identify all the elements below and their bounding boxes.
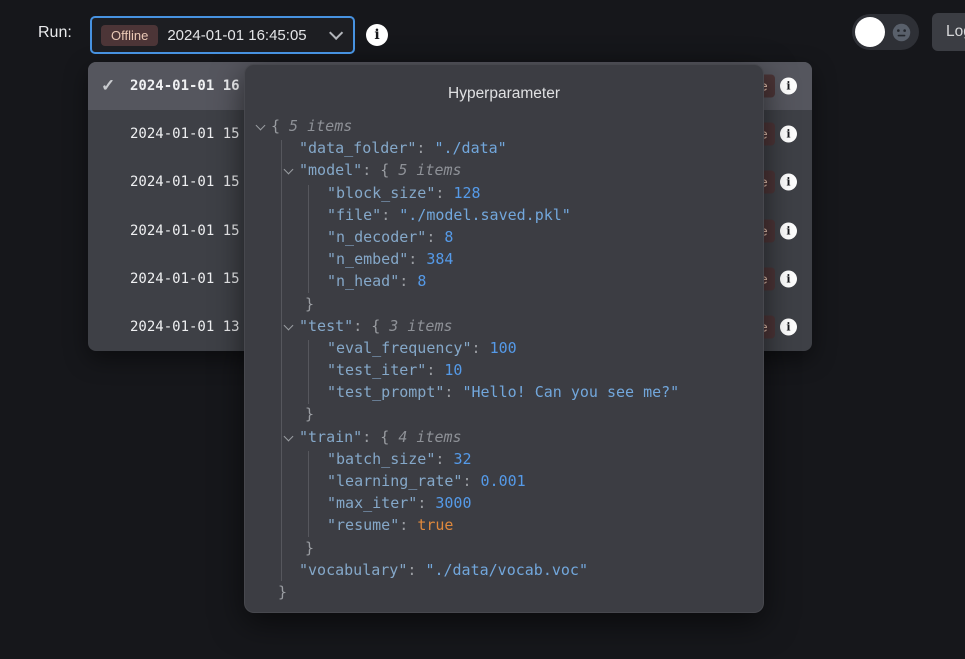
hyperparameter-popover: Hyperparameter { 5 items"data_folder": "… [244,64,764,613]
info-icon[interactable]: i [780,318,797,335]
json-line: "file": "./model.saved.pkl" [245,204,763,226]
json-line: "max_iter": 3000 [245,492,763,514]
run-item-label: 2024-01-01 16 [130,78,240,94]
theme-toggle[interactable] [852,14,919,50]
json-line: } [245,537,763,559]
status-badge: Offline [101,25,158,46]
json-tree: { 5 items"data_folder": "./data""model":… [245,115,763,603]
json-line: } [245,293,763,315]
toggle-knob [855,17,885,47]
json-line: "n_embed": 384 [245,248,763,270]
run-selector-dropdown[interactable]: Offline 2024-01-01 16:45:05 [90,16,355,54]
json-line: "vocabulary": "./data/vocab.voc" [245,559,763,581]
json-line: } [245,581,763,603]
run-item-label: 2024-01-01 15 [130,271,240,287]
json-line: { 5 items [245,115,763,137]
smiley-icon [891,22,912,43]
json-line: "n_decoder": 8 [245,226,763,248]
run-item-label: 2024-01-01 15 [130,126,240,142]
collapse-chevron-icon[interactable] [284,431,294,441]
collapse-chevron-icon[interactable] [284,320,294,330]
chevron-down-icon [329,26,343,40]
json-line: "learning_rate": 0.001 [245,470,763,492]
run-item-label: 2024-01-01 15 [130,223,240,239]
json-line: "n_head": 8 [245,270,763,292]
popover-title: Hyperparameter [245,85,763,103]
run-info-icon[interactable]: i [366,24,388,46]
info-icon[interactable]: i [780,174,797,191]
json-line: "block_size": 128 [245,182,763,204]
json-line: } [245,403,763,425]
info-icon[interactable]: i [780,270,797,287]
json-line: "data_folder": "./data" [245,137,763,159]
run-label: Run: [38,24,72,42]
collapse-chevron-icon[interactable] [256,121,266,131]
run-item-label: 2024-01-01 13 [130,319,240,335]
selected-run-value: 2024-01-01 16:45:05 [167,27,306,44]
collapse-chevron-icon[interactable] [284,165,294,175]
json-line: "test_prompt": "Hello! Can you see me?" [245,381,763,403]
json-line: "model": { 5 items [245,159,763,181]
info-icon[interactable]: i [780,78,797,95]
json-line: "test": { 3 items [245,315,763,337]
json-line: "resume": true [245,514,763,536]
check-icon: ✓ [101,76,115,96]
run-item-label: 2024-01-01 15 [130,174,240,190]
info-icon[interactable]: i [780,222,797,239]
json-line: "train": { 4 items [245,426,763,448]
json-line: "test_iter": 10 [245,359,763,381]
log-button[interactable]: Log [932,13,965,51]
info-icon[interactable]: i [780,126,797,143]
json-line: "eval_frequency": 100 [245,337,763,359]
json-line: "batch_size": 32 [245,448,763,470]
